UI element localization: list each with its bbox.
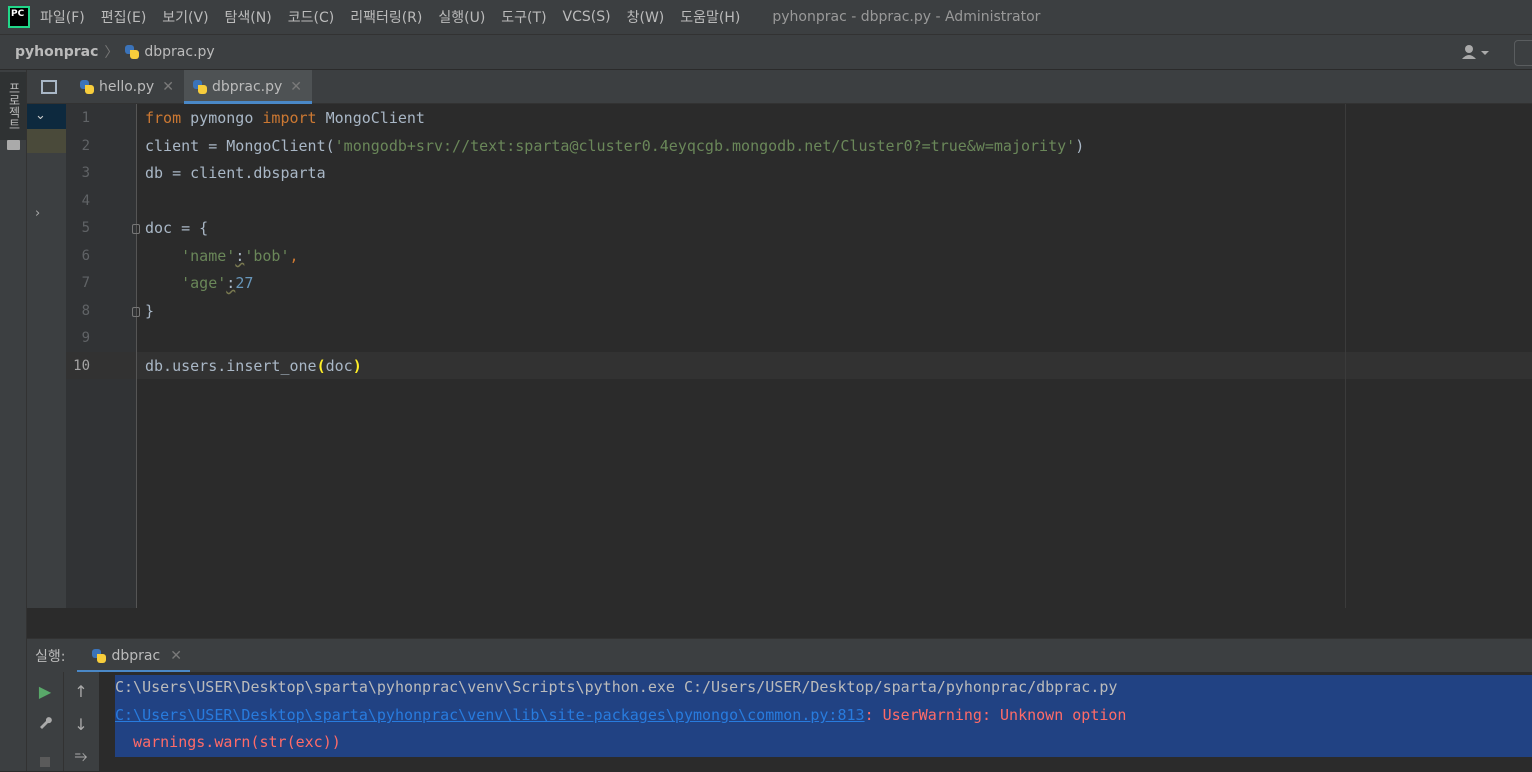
code-line-2: client = MongoClient('mongodb+srv://text… <box>145 137 1085 155</box>
python-file-icon <box>79 79 95 95</box>
python-file-icon <box>192 79 208 95</box>
close-icon[interactable]: ✕ <box>170 648 182 664</box>
line-number: 1 <box>81 110 90 126</box>
breadcrumb-separator: 〉 <box>104 45 119 61</box>
breadcrumb-project[interactable]: pyhonprac <box>15 44 98 60</box>
folder-icon <box>7 140 20 150</box>
code-line-5: doc = { <box>145 219 209 237</box>
line-number-current: 10 <box>73 358 90 374</box>
user-account-icon[interactable] <box>1460 43 1490 61</box>
menu-refactor[interactable]: 리팩터링(R) <box>350 7 422 27</box>
chevron-down-icon[interactable]: ⌄ <box>35 108 46 123</box>
line-number: 4 <box>81 193 90 209</box>
line-number-gutter[interactable]: 1 2 3 4 5 6 7 8 9 10 <box>66 104 140 608</box>
code-line-3: db = client.dbsparta <box>145 164 326 182</box>
rerun-play-icon[interactable]: ▶ <box>35 681 55 701</box>
stop-icon[interactable] <box>35 752 55 772</box>
project-view-icon[interactable] <box>27 70 71 103</box>
window-title: pyhonprac - dbprac.py - Administrator <box>772 9 1041 25</box>
run-toolbar: ▶ ↑ ↓ ⥱ <box>27 672 99 771</box>
console-line-traceback: warnings.warn(str(exc)) <box>115 733 341 751</box>
close-icon[interactable]: ✕ <box>290 79 302 95</box>
tab-label: hello.py <box>99 78 155 95</box>
editor-tab-bar: hello.py ✕ dbprac.py ✕ <box>27 70 1532 104</box>
console-line-warning: C:\Users\USER\Desktop\sparta\pyhonprac\v… <box>115 706 1127 724</box>
code-line-7: 'age':27 <box>181 274 254 292</box>
wrench-icon[interactable] <box>35 712 55 732</box>
python-file-icon <box>124 44 140 60</box>
line-number: 5 <box>81 220 90 236</box>
menu-edit[interactable]: 편집(E) <box>101 7 147 27</box>
run-console-output[interactable]: C:\Users\USER\Desktop\sparta\pyhonprac\v… <box>99 672 1532 771</box>
line-number: 2 <box>81 138 90 154</box>
menu-code[interactable]: 코드(C) <box>288 7 334 27</box>
tree-row-selected[interactable] <box>27 103 66 129</box>
line-number: 9 <box>81 330 90 346</box>
menu-help[interactable]: 도움말(H) <box>680 7 740 27</box>
code-line-8: } <box>145 302 155 320</box>
python-run-config-icon <box>91 648 107 664</box>
menu-vcs[interactable]: VCS(S) <box>563 9 611 25</box>
menu-window[interactable]: 창(W) <box>627 7 665 27</box>
tab-hello-py[interactable]: hello.py ✕ <box>71 70 184 103</box>
tree-row[interactable] <box>27 129 66 153</box>
project-panel: ⌄ › <box>27 70 66 638</box>
chevron-right-icon[interactable]: › <box>35 206 40 221</box>
menu-file[interactable]: 파일(F) <box>40 7 85 27</box>
code-editor[interactable]: 1 2 3 4 5 6 7 8 9 10 from pymongo import… <box>66 104 1532 608</box>
code-line-6: 'name':'bob', <box>181 247 299 265</box>
arrow-down-icon[interactable]: ↓ <box>71 714 91 734</box>
console-file-link[interactable]: C:\Users\USER\Desktop\sparta\pyhonprac\v… <box>115 706 865 724</box>
navigation-bar: pyhonprac 〉 dbprac.py <box>0 34 1532 70</box>
soft-wrap-icon[interactable]: ⥱ <box>71 746 91 766</box>
menu-run[interactable]: 실행(U) <box>438 7 485 27</box>
editor-bottom-area <box>27 608 1532 638</box>
line-number: 8 <box>81 303 90 319</box>
line-number: 7 <box>81 275 90 291</box>
left-tool-window-strip: 프로젝트 <box>0 70 27 771</box>
right-margin-guide <box>1345 104 1346 608</box>
project-tool-tab-label: 프로젝트 <box>7 82 21 130</box>
pycharm-logo-icon: PC <box>8 6 30 28</box>
code-line-10: db.users.insert_one(doc) <box>145 357 362 375</box>
run-tab-label: dbprac <box>111 647 161 664</box>
tab-dbprac-py[interactable]: dbprac.py ✕ <box>183 70 313 104</box>
code-line-1: from pymongo import MongoClient <box>145 109 425 127</box>
line-number: 6 <box>81 248 90 264</box>
run-panel-label: 실행: <box>35 648 66 665</box>
close-icon[interactable]: ✕ <box>162 79 174 95</box>
project-tool-tab[interactable]: 프로젝트 <box>0 72 26 140</box>
menu-navigate[interactable]: 탐색(N) <box>225 7 272 27</box>
search-everywhere-button[interactable] <box>1514 40 1532 66</box>
menu-tools[interactable]: 도구(T) <box>501 7 546 27</box>
run-panel-header: 실행: dbprac ✕ <box>27 638 1532 673</box>
breadcrumb-file[interactable]: dbprac.py <box>144 44 214 60</box>
arrow-up-icon[interactable]: ↑ <box>71 681 91 701</box>
run-tab-dbprac[interactable]: dbprac ✕ <box>77 638 191 673</box>
menu-bar: PC 파일(F) 편집(E) 보기(V) 탐색(N) 코드(C) 리팩터링(R)… <box>0 0 1532 34</box>
menu-view[interactable]: 보기(V) <box>162 7 208 27</box>
console-line-command: C:\Users\USER\Desktop\sparta\pyhonprac\v… <box>115 678 1118 696</box>
line-number: 3 <box>81 165 90 181</box>
fold-marker-icon[interactable] <box>132 224 140 234</box>
fold-marker-icon[interactable] <box>132 307 140 317</box>
tab-label: dbprac.py <box>211 78 283 95</box>
